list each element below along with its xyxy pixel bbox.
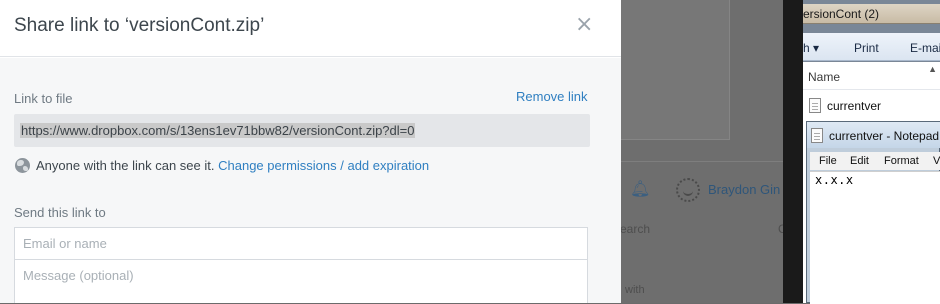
share-dialog: Share link to ‘versionCont.zip’ × Link t… xyxy=(0,0,621,303)
notepad-menubar: File Edit Format V xyxy=(810,152,940,170)
menu-edit[interactable]: Edit xyxy=(850,155,869,167)
notepad-text-area[interactable]: x.x.x xyxy=(810,171,940,304)
background-page: 🔔︎ Braydon Gin earch C with xyxy=(620,0,783,303)
toolbar-print-button[interactable]: Print xyxy=(854,41,879,55)
remove-link-button[interactable]: Remove link xyxy=(516,89,588,104)
toolbar-dropdown[interactable]: h ▾ xyxy=(803,41,819,55)
visibility-row: Anyone with the link can see it. Change … xyxy=(36,158,429,173)
background-with-text: with xyxy=(625,284,645,296)
column-header-label: Name xyxy=(808,70,841,84)
notepad-title: currentver - Notepad xyxy=(829,129,940,143)
close-icon[interactable]: × xyxy=(575,13,595,37)
share-url-field[interactable]: https://www.dropbox.com/s/13ens1ev71bbw8… xyxy=(14,114,590,147)
window-gap xyxy=(783,0,803,303)
share-url-text: https://www.dropbox.com/s/13ens1ev71bbw8… xyxy=(20,123,416,138)
text-file-icon xyxy=(809,98,821,113)
file-item[interactable]: currentver xyxy=(809,98,881,113)
menu-view[interactable]: V xyxy=(933,155,940,167)
background-search-text: earch xyxy=(620,222,651,236)
notepad-window: currentver - Notepad File Edit Format V … xyxy=(806,121,940,304)
notepad-titlebar[interactable]: currentver - Notepad xyxy=(807,122,940,148)
notepad-icon xyxy=(811,128,823,143)
file-name: currentver xyxy=(827,99,882,113)
column-header-name[interactable]: Name ▲ xyxy=(803,62,940,90)
globe-icon xyxy=(15,158,30,173)
background-card xyxy=(620,0,730,140)
visibility-text: Anyone with the link can see it. xyxy=(36,158,215,173)
explorer-title: ersionCont (2) xyxy=(803,4,940,24)
user-name[interactable]: Braydon Gin xyxy=(708,182,780,197)
avatar-icon[interactable] xyxy=(676,178,700,202)
menu-file[interactable]: File xyxy=(819,155,837,167)
explorer-toolbar: h ▾ Print E-mai xyxy=(803,33,940,61)
menu-format[interactable]: Format xyxy=(884,155,919,167)
bell-icon[interactable]: 🔔︎ xyxy=(630,180,650,198)
dialog-header: Share link to ‘versionCont.zip’ × xyxy=(0,0,621,57)
message-input[interactable]: Message (optional) xyxy=(14,259,588,303)
send-link-label: Send this link to xyxy=(14,205,106,220)
change-permissions-link[interactable]: Change permissions / add expiration xyxy=(218,158,429,173)
toolbar-email-button[interactable]: E-mai xyxy=(910,41,940,55)
scroll-up-icon[interactable]: ▲ xyxy=(928,64,937,74)
link-to-file-label: Link to file xyxy=(14,91,73,106)
email-input[interactable]: Email or name xyxy=(14,227,588,260)
dialog-title: Share link to ‘versionCont.zip’ xyxy=(14,15,265,36)
dialog-body: Link to file Remove link https://www.dro… xyxy=(0,58,621,303)
background-divider xyxy=(620,161,783,162)
